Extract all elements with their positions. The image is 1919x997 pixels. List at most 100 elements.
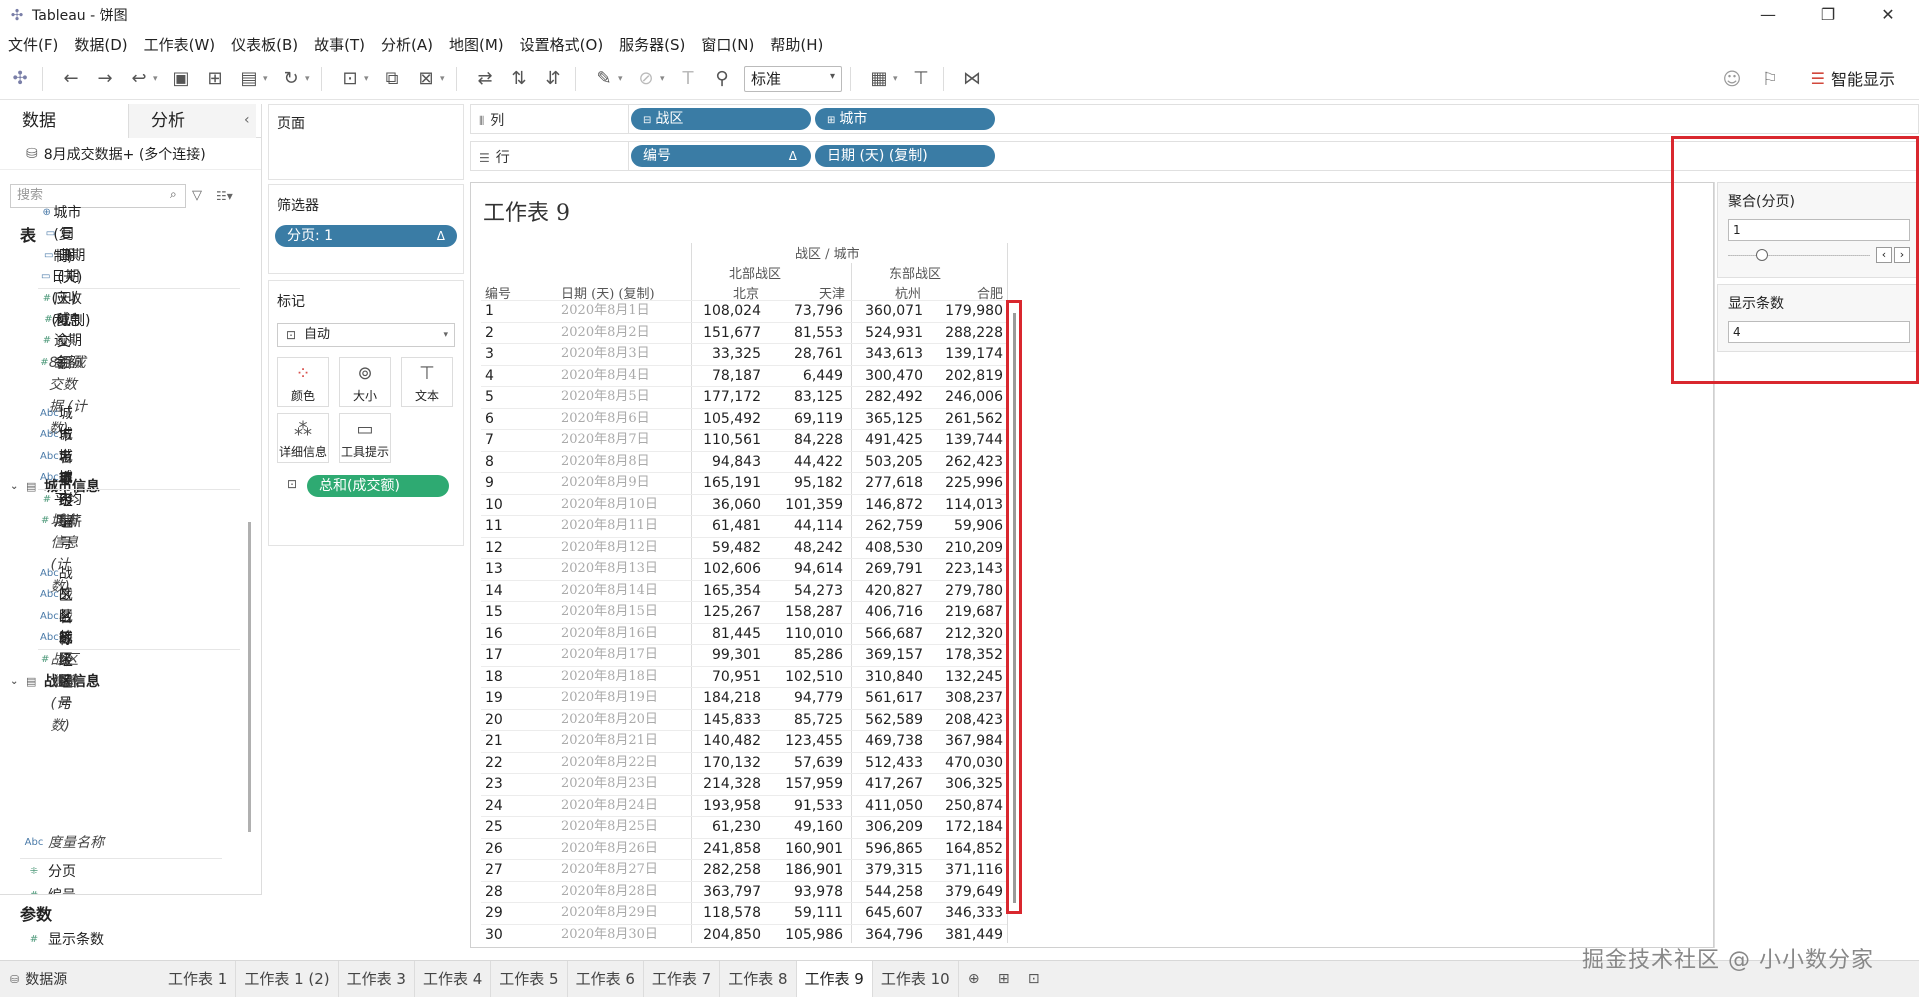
datasource-item[interactable]: ⛁ 8月成交数据+ (多个连接) <box>0 138 261 170</box>
mark-text-button[interactable]: ⊤ 文本 <box>401 357 453 407</box>
field-item[interactable]: Abc 战区等级 <box>40 584 82 669</box>
pages-card[interactable]: 页面 <box>268 104 464 180</box>
field-item[interactable]: Abc 战区名称 <box>40 563 82 648</box>
field-item[interactable]: # 成交额 <box>40 309 82 372</box>
search-input[interactable]: 搜索 <box>10 184 186 208</box>
new-story-icon[interactable]: ⊡ <box>1019 971 1049 987</box>
row-pill-id[interactable]: 编号 Δ <box>631 145 811 167</box>
search-icon[interactable]: ⌕ <box>170 187 177 202</box>
restore-button[interactable]: ❐ <box>1800 0 1856 30</box>
chevron-down-icon[interactable]: ▾ <box>263 74 271 84</box>
field-item[interactable]: Abc 战区经理 <box>40 606 82 691</box>
save-icon[interactable]: ▣ <box>167 65 195 93</box>
chevron-down-icon[interactable]: ▾ <box>618 74 626 84</box>
menu-item[interactable]: 工作表(W) <box>144 34 216 55</box>
tab-sheet[interactable]: 工作表 4 <box>415 960 492 997</box>
table-row[interactable]: 16 2020年8月16日 81,445 110,010 566,687 212,320 <box>481 622 1007 644</box>
table-row[interactable]: 9 2020年8月9日 165,191 95,182 277,618 225,996 <box>481 472 1007 493</box>
table-row[interactable]: 7 2020年8月7日 110,561 84,228 491,425 139,744 <box>481 429 1007 450</box>
field-item[interactable]: Abc 城市名称 <box>40 403 82 488</box>
table-row[interactable]: 29 2020年8月29日 118,578 59,111 645,607 346,333 <box>481 902 1007 923</box>
menu-item[interactable]: 故事(T) <box>314 34 365 55</box>
table-row[interactable]: 30 2020年8月30日 204,850 105,986 364,796 381,449 <box>481 923 1007 945</box>
table-row[interactable]: 12 2020年8月12日 59,482 48,242 408,530 210,209 <box>481 536 1007 558</box>
field-item[interactable]: Abc 城市编号 <box>40 467 82 552</box>
sort-ascending-icon[interactable]: ⇅ <box>505 65 533 93</box>
show-cards-icon[interactable]: ▦ <box>865 65 893 93</box>
mark-color-button[interactable]: ⁘ 颜色 <box>277 357 329 407</box>
table-row[interactable]: 2 2020年8月2日 151,677 81,553 524,931 288,228 <box>481 321 1007 343</box>
tab-data[interactable]: 数据 <box>0 104 128 138</box>
chevron-down-icon[interactable]: ▾ <box>153 74 161 84</box>
table-row[interactable]: 25 2020年8月25日 61,230 49,160 306,209 172,184 <box>481 816 1007 837</box>
chevron-down-icon[interactable]: ▾ <box>893 74 901 84</box>
menu-item[interactable]: 数据(D) <box>74 34 127 55</box>
field-measure-names[interactable]: Abc 度量名称 <box>20 832 104 854</box>
field-item[interactable]: # 逾期金额 <box>40 330 82 371</box>
field-item[interactable]: # 平均月薪 <box>40 489 82 530</box>
chevron-down-icon[interactable]: ▾ <box>660 74 668 84</box>
menu-item[interactable]: 文件(F) <box>8 34 58 55</box>
new-dashboard-icon[interactable]: ⊞ <box>989 971 1019 987</box>
label-icon[interactable]: T <box>674 65 702 93</box>
mark-size-button[interactable]: ⊚ 大小 <box>339 357 391 407</box>
ask-data-icon[interactable]: ☺ <box>1718 65 1746 93</box>
pause-updates-icon[interactable]: ▤ <box>235 65 263 93</box>
table-row[interactable]: 10 2020年8月10日 36,060 101,359 146,872 114,013 <box>481 493 1007 515</box>
mark-pill-sum-sales[interactable]: 总和(成交额) <box>307 475 449 497</box>
table-row[interactable]: 18 2020年8月18日 70,951 102,510 310,840 132,245 <box>481 665 1007 687</box>
table-row[interactable]: 20 2020年8月20日 145,833 85,725 562,589 208,423 <box>481 708 1007 730</box>
mark-tooltip-button[interactable]: ▭ 工具提示 <box>339 413 391 463</box>
undo-icon[interactable]: ← <box>57 65 85 93</box>
field-item[interactable]: ▭ 日期 (天) <box>40 245 93 286</box>
minimize-button[interactable]: — <box>1740 0 1796 30</box>
replay-icon[interactable]: ↩ <box>125 65 153 93</box>
field-item[interactable]: Abc 城市经理 <box>40 446 82 531</box>
new-worksheet-icon[interactable]: ⊕ <box>959 971 989 987</box>
tab-sheet[interactable]: 工作表 10 <box>873 960 959 997</box>
tab-sheet[interactable]: 工作表 5 <box>491 960 568 997</box>
field-item[interactable]: # 战区信息 (计数) <box>40 649 87 734</box>
fit-select[interactable]: 标准 ▾ <box>744 65 842 92</box>
filter-pill-page[interactable]: 分页: 1 Δ <box>275 225 457 247</box>
table-row[interactable]: 3 2020年8月3日 33,325 28,761 343,613 139,174 <box>481 343 1007 364</box>
menu-item[interactable]: 窗口(N) <box>701 34 754 55</box>
table-row[interactable]: 1 2020年8月1日 108,024 73,796 360,071 179,980 <box>481 300 1007 321</box>
menu-item[interactable]: 仪表板(B) <box>231 34 298 55</box>
menu-item[interactable]: 服务器(S) <box>619 34 685 55</box>
view-scrollbar-thumb[interactable] <box>1013 313 1016 903</box>
table-row[interactable]: 24 2020年8月24日 193,958 91,533 411,050 250,874 <box>481 794 1007 816</box>
table-row[interactable]: 4 2020年8月4日 78,187 6,449 300,470 202,819 <box>481 364 1007 386</box>
chevron-down-icon[interactable]: ▾ <box>305 74 313 84</box>
param-field-count[interactable]: # 显示条数 <box>20 929 104 951</box>
swap-icon[interactable]: ⇄ <box>471 65 499 93</box>
refresh-icon[interactable]: ↻ <box>277 65 305 93</box>
chevron-down-icon[interactable]: ▾ <box>364 74 372 84</box>
table-row[interactable]: 8 2020年8月8日 94,843 44,422 503,205 262,423 <box>481 450 1007 472</box>
tableau-home-icon[interactable]: ✣ <box>6 65 34 93</box>
menu-item[interactable]: 设置格式(O) <box>520 34 604 55</box>
new-datasource-icon[interactable]: ⊞ <box>201 65 229 93</box>
field-item[interactable]: ▭ 日期 (天) (复制) <box>40 266 93 329</box>
format-painter-icon[interactable]: ⚐ <box>1756 65 1784 93</box>
column-pill-zone[interactable]: ⊟ 战区 <box>631 108 811 130</box>
field-item[interactable]: Abc 战区编号 <box>40 627 82 712</box>
mark-type-select[interactable]: ⊡ 自动 ▾ <box>277 323 455 347</box>
field-page[interactable]: ⁜ 分页 <box>20 861 76 883</box>
pin-icon[interactable]: ⚲ <box>708 65 736 93</box>
table-row[interactable]: 23 2020年8月23日 214,328 157,959 417,267 306,325 <box>481 773 1007 794</box>
data-pane-scrollbar[interactable] <box>248 522 251 832</box>
table-row[interactable]: 13 2020年8月13日 102,606 94,614 269,791 223,143 <box>481 558 1007 579</box>
field-item[interactable]: #8月成交数据 (计数) <box>40 352 87 437</box>
view-options-icon[interactable]: ☷▾ <box>216 189 233 203</box>
table-row[interactable]: 28 2020年8月28日 363,797 93,978 544,258 379,649 <box>481 880 1007 902</box>
redo-icon[interactable]: → <box>91 65 119 93</box>
table-row[interactable]: 27 2020年8月27日 282,258 186,901 379,315 371,116 <box>481 859 1007 880</box>
tab-sheet[interactable]: 工作表 1 (2) <box>236 960 339 997</box>
share-icon[interactable]: ⋈ <box>958 65 986 93</box>
row-pill-date[interactable]: 日期 (天) (复制) <box>815 145 995 167</box>
tab-sheet[interactable]: 工作表 8 <box>720 960 797 997</box>
marks-card[interactable]: 标记 ⊡ 自动 ▾ ⁘ 颜色 ⊚ 大小 ⊤ 文本 ⁂ 详细信息 ▭ 工具提示 ⊡… <box>268 280 464 546</box>
menu-item[interactable]: 帮助(H) <box>770 34 823 55</box>
tab-sheet[interactable]: 工作表 6 <box>568 960 644 997</box>
